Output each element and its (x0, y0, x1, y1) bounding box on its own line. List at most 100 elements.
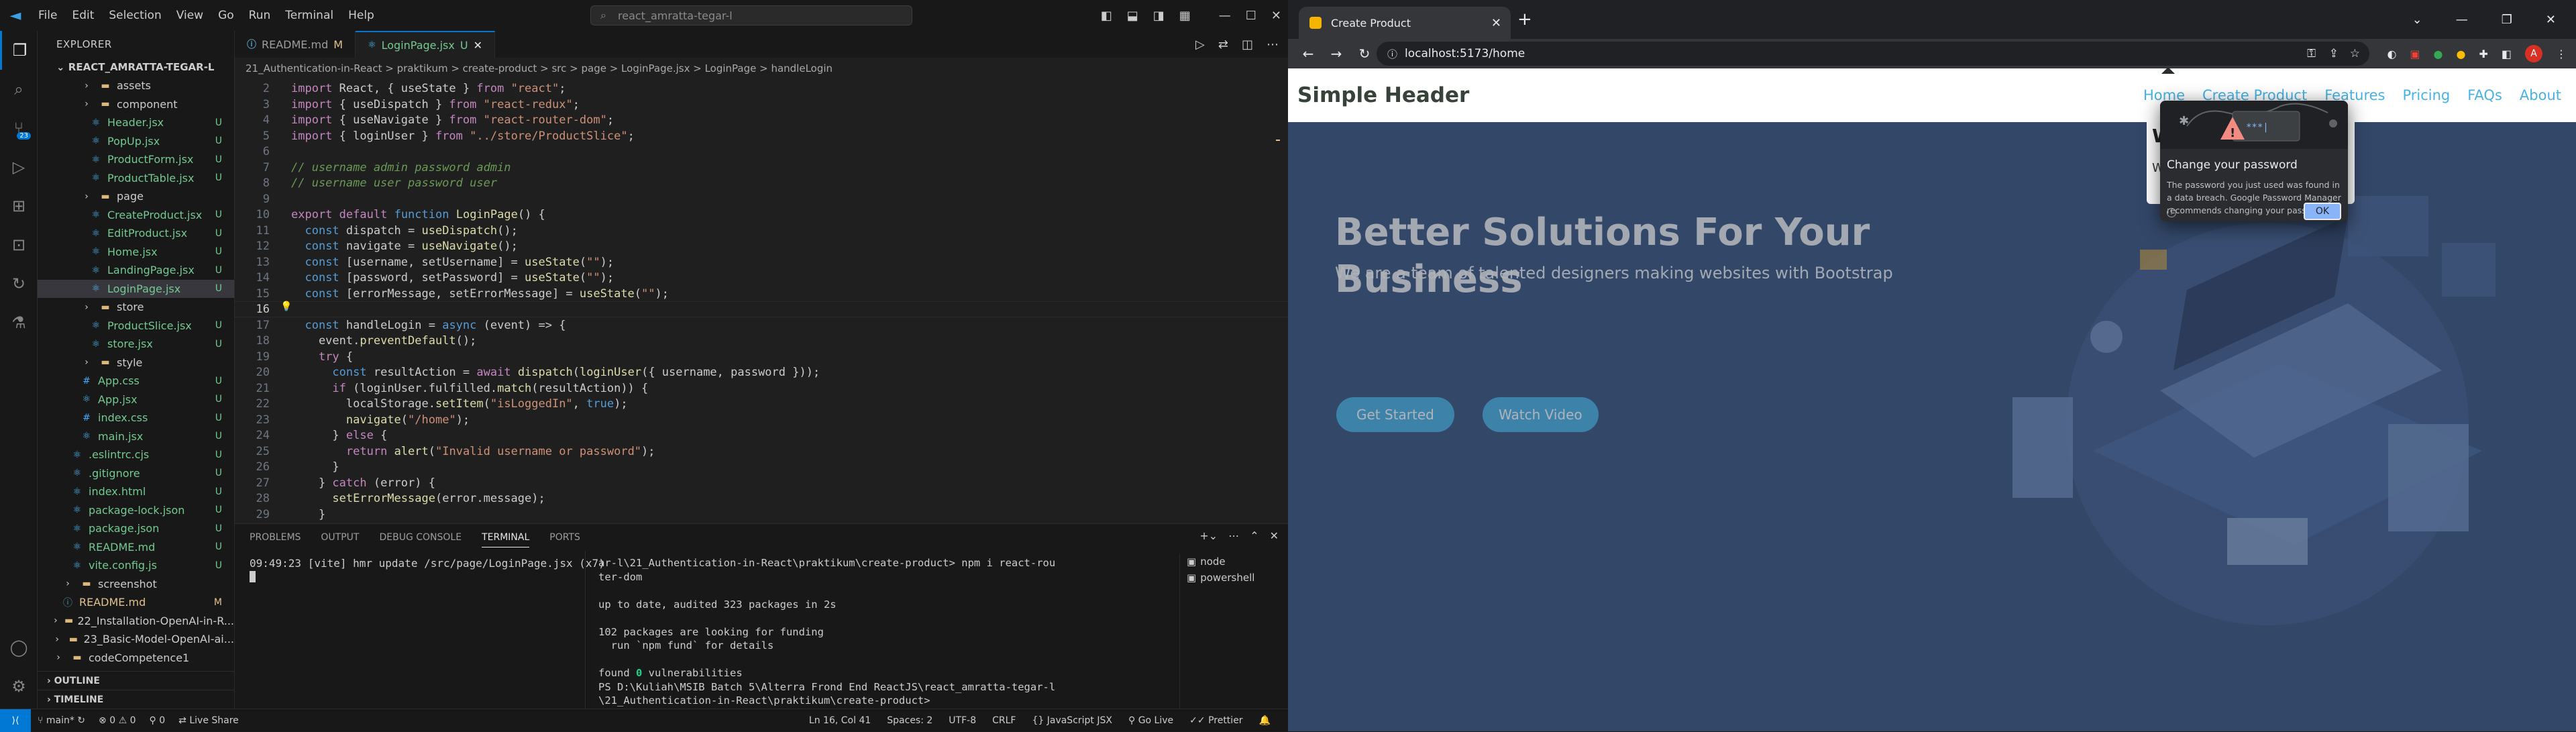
tab-search-icon[interactable]: ⌄ (2412, 13, 2422, 27)
tree-file[interactable]: ⚛ .gitignore U (38, 464, 234, 483)
restore-icon[interactable]: ❐ (2502, 13, 2512, 27)
tree-file[interactable]: ⚛ package.json U (38, 519, 234, 538)
share-icon[interactable]: ⇪ (2329, 47, 2339, 60)
close-icon[interactable]: ✕ (2546, 13, 2556, 27)
project-root[interactable]: ⌄ REACT_AMRATTA-TEGAR-L (38, 58, 234, 76)
source-control-icon[interactable]: ⑂ 23 (0, 109, 38, 148)
run-debug-icon[interactable]: ▷ (0, 148, 38, 187)
tree-folder[interactable]: › ▬ 23_Basic-Model-OpenAI-ai... (38, 630, 234, 649)
tree-file[interactable]: ⚛ .eslintrc.cjs U (38, 446, 234, 464)
close-tab-icon[interactable]: ✕ (1491, 16, 1501, 30)
settings-gear-icon[interactable]: ⚙ (0, 667, 38, 706)
end-of-line[interactable]: CRLF (992, 715, 1016, 726)
more-actions-icon[interactable]: ⋯ (1267, 38, 1279, 52)
extension-icon[interactable]: ● (2434, 48, 2443, 60)
explorer-icon[interactable]: ❐ (0, 31, 38, 70)
tree-file[interactable]: ⚛ App.jsx U (38, 390, 234, 409)
customize-layout-icon[interactable]: ▦ (1179, 9, 1191, 23)
tree-folder[interactable]: › ▬ screenshot (38, 575, 234, 594)
tab-readme[interactable]: ⓘ README.md M (235, 31, 356, 58)
site-info-icon[interactable]: ⓘ (1387, 47, 1397, 61)
more-icon[interactable]: ⋯ (1228, 529, 1239, 542)
testing-icon[interactable]: ⚗ (0, 303, 38, 342)
menu-item-help[interactable]: Help (348, 9, 374, 22)
terminal-split-divider[interactable] (585, 551, 586, 709)
tree-file[interactable]: ⓘ README.md M (38, 593, 234, 612)
breadcrumb[interactable]: 21_Authentication-in-React > praktikum >… (235, 58, 1288, 79)
profile-avatar[interactable]: A (2525, 45, 2542, 62)
go-live-button[interactable]: ⚲ Go Live (1128, 715, 1173, 726)
split-editor-icon[interactable]: ◫ (1242, 38, 1253, 52)
terminal-item-node[interactable]: ▣ node (1187, 554, 1288, 570)
extension-icon[interactable]: ▣ (2410, 48, 2420, 60)
tree-file[interactable]: ⚛ README.md U (38, 538, 234, 557)
close-icon[interactable]: ✕ (1271, 9, 1281, 23)
panel-tab-ports[interactable]: PORTS (549, 532, 580, 543)
chrome-menu-icon[interactable]: ⋮ (2556, 48, 2567, 60)
indentation[interactable]: Spaces: 2 (887, 715, 932, 726)
bookmark-star-icon[interactable]: ☆ (2350, 47, 2360, 60)
minimize-icon[interactable]: — (2456, 13, 2468, 27)
timeline-section[interactable]: › TIMELINE (38, 690, 235, 709)
prettier-button[interactable]: ✓✓ Prettier (1189, 715, 1242, 726)
nav-link-faqs[interactable]: FAQs (2467, 87, 2502, 103)
password-key-icon[interactable]: ⚿ (2307, 47, 2316, 60)
info-icon[interactable]: i (2167, 208, 2176, 217)
tree-file[interactable]: ⚛ index.html U (38, 482, 234, 501)
panel-tab-problems[interactable]: PROBLEMS (250, 532, 301, 543)
remote-icon[interactable]: ⟩⟨ (0, 709, 31, 732)
tree-folder[interactable]: › ▬ store (38, 298, 234, 317)
ok-button[interactable]: OK (2304, 203, 2341, 220)
tree-file[interactable]: ⚛ LandingPage.jsx U (38, 261, 234, 280)
tree-file[interactable]: ⚛ LoginPage.jsx U (38, 279, 234, 298)
panel-tab-terminal[interactable]: TERMINAL (482, 532, 530, 547)
menu-item-terminal[interactable]: Terminal (285, 9, 333, 22)
cursor-position[interactable]: Ln 16, Col 41 (809, 715, 871, 726)
toggle-secondary-sidebar-icon[interactable]: ◨ (1153, 9, 1165, 23)
tree-file[interactable]: ⚛ CreateProduct.jsx U (38, 206, 234, 225)
side-panel-icon[interactable]: ◧ (2502, 48, 2512, 60)
menu-item-view[interactable]: View (176, 9, 203, 22)
menu-item-run[interactable]: Run (249, 9, 271, 22)
tree-file[interactable]: ⚛ Header.jsx U (38, 113, 234, 132)
tree-folder[interactable]: › ▬ page (38, 187, 234, 206)
panel-tab-debug-console[interactable]: DEBUG CONSOLE (379, 532, 462, 543)
site-brand[interactable]: Simple Header (1297, 83, 1469, 107)
terminal-powershell-output[interactable]: ar-l\21_Authentication-in-React\praktiku… (598, 556, 1055, 708)
tree-file[interactable]: # App.css U (38, 372, 234, 390)
tree-folder[interactable]: › ▬ codeCompetence1 (38, 649, 234, 668)
extension-icon[interactable]: ◐ (2387, 48, 2396, 60)
tree-file[interactable]: ⚛ package-lock.json U (38, 501, 234, 520)
maximize-icon[interactable]: ☐ (1246, 9, 1256, 23)
search-icon[interactable]: ⌕ (0, 70, 38, 109)
extension-icon[interactable]: ● (2457, 48, 2466, 60)
open-changes-icon[interactable]: ⇄ (1218, 38, 1228, 52)
language-mode[interactable]: {} JavaScript JSX (1032, 715, 1112, 726)
tree-folder[interactable]: › ▬ component (38, 95, 234, 114)
nav-link-pricing[interactable]: Pricing (2402, 87, 2450, 103)
extensions-icon[interactable]: ⊞ (0, 187, 38, 225)
maximize-panel-icon[interactable]: ⌃ (1250, 529, 1258, 542)
lightbulb-icon[interactable]: 💡 (280, 301, 292, 312)
tab-loginpage[interactable]: ⚛ LoginPage.jsx U ✕ (356, 31, 495, 58)
tree-file[interactable]: ⚛ Home.jsx U (38, 243, 234, 262)
problems-indicator[interactable]: ⊗ 0 ⚠ 0 (99, 715, 136, 726)
close-panel-icon[interactable]: ✕ (1270, 529, 1279, 542)
tree-file[interactable]: # index.css U (38, 409, 234, 427)
tree-file[interactable]: ⚛ ProductSlice.jsx U (38, 317, 234, 335)
new-tab-button[interactable]: + (1517, 9, 1532, 30)
back-icon[interactable]: ← (1300, 46, 1316, 62)
terminal-item-powershell[interactable]: ▣ powershell (1187, 570, 1288, 586)
menu-item-go[interactable]: Go (218, 9, 234, 22)
close-tab-icon[interactable]: ✕ (474, 39, 482, 52)
address-bar[interactable]: ⓘ localhost:5173/home ⚿ ⇪ ☆ (1377, 42, 2369, 66)
tree-file[interactable]: ⚛ PopUp.jsx U (38, 132, 234, 151)
branch-indicator[interactable]: ⑂ main* ↻ (38, 715, 85, 726)
panel-tab-output[interactable]: OUTPUT (321, 532, 359, 543)
terminal-node-output[interactable]: 09:49:23 [vite] hmr update /src/page/Log… (250, 556, 605, 586)
menu-item-file[interactable]: File (38, 9, 57, 22)
tree-file[interactable]: ⚛ ProductForm.jsx U (38, 150, 234, 169)
tree-folder[interactable]: › ▬ style (38, 354, 234, 372)
run-icon[interactable]: ▷ (1195, 38, 1205, 52)
toggle-sidebar-icon[interactable]: ◧ (1101, 9, 1112, 23)
